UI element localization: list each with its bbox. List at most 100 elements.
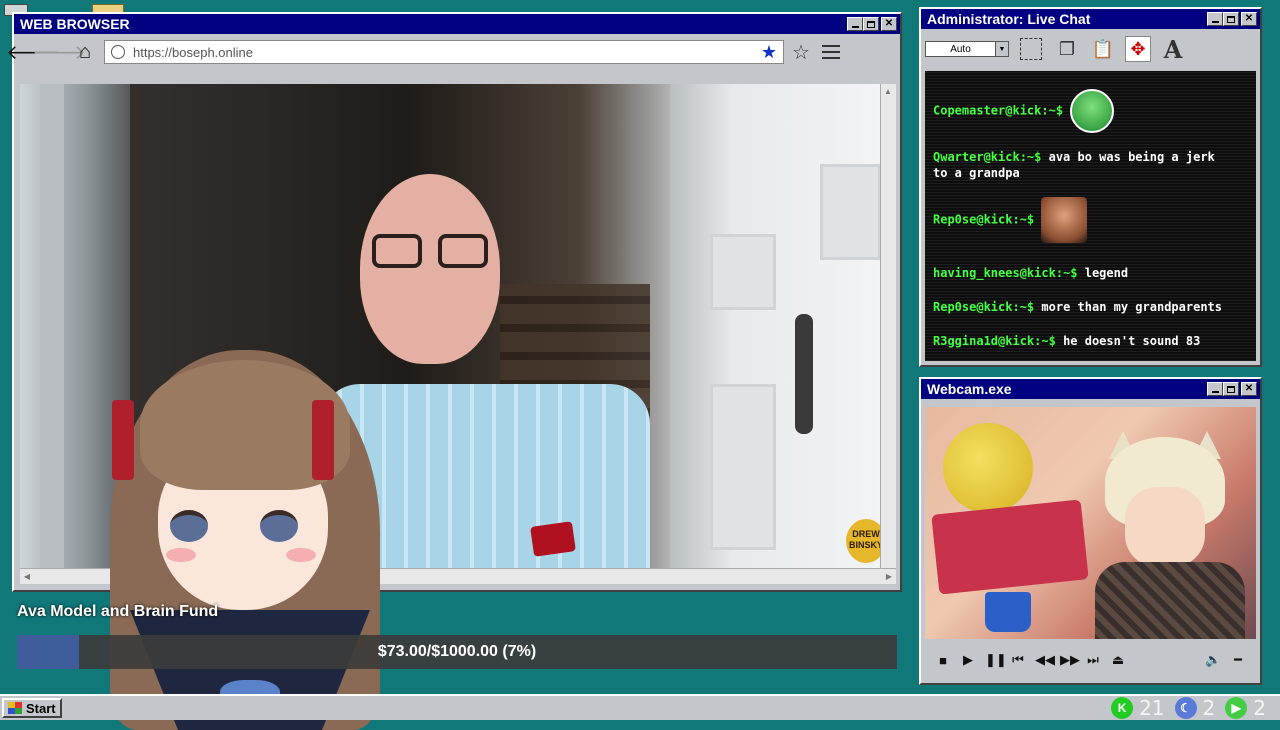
chat-window: Administrator: Live Chat ✕ Auto ▼ ❐ 📋 ✥ … [919, 7, 1262, 367]
volume-icon[interactable]: 🔈 [1205, 652, 1221, 668]
chat-text: he doesn't sound 83 [1063, 334, 1201, 348]
door-knocker [795, 314, 813, 434]
stop-icon[interactable]: ■ [935, 653, 951, 668]
chat-username: having_knees@kick:~$ [933, 266, 1078, 280]
yellow-plush [943, 423, 1033, 513]
copy-icon: ❐ [1058, 38, 1076, 59]
pocket-square [530, 521, 576, 557]
maximize-button[interactable] [1223, 12, 1239, 26]
minimize-button[interactable] [847, 17, 863, 31]
chat-message: Copemaster@kick:~$ [933, 89, 1233, 133]
system-tray: K 21 ☾ 2 ▶ 2 [1111, 696, 1280, 720]
font-size-select[interactable]: Auto ▼ [925, 41, 1009, 57]
address-bar[interactable]: ★ [104, 40, 784, 64]
font-button[interactable]: A [1159, 34, 1187, 64]
menu-icon[interactable] [821, 45, 840, 59]
close-button[interactable]: ✕ [881, 17, 897, 31]
close-button[interactable]: ✕ [1241, 12, 1257, 26]
shocked-face-emote-icon [1041, 197, 1088, 243]
home-button[interactable]: ⌂ [72, 39, 98, 65]
close-button[interactable]: ✕ [1241, 382, 1257, 396]
globe-icon [111, 45, 125, 59]
browser-navbar: 🡐 🡒 ⌂ ★ ☆ [6, 34, 900, 70]
chat-username: Qwarter@kick:~$ [933, 150, 1042, 164]
minimize-button[interactable] [1207, 382, 1223, 396]
move-arrows-icon: ✥ [1130, 38, 1146, 59]
chat-title: Administrator: Live Chat [927, 11, 1091, 27]
minimize-button[interactable] [1207, 12, 1223, 26]
chat-message: R3ggina1d@kick:~$ he doesn't sound 83 [933, 333, 1233, 349]
clipboard-icon: 📋 [1091, 38, 1115, 59]
browser-titlebar[interactable]: WEB BROWSER ✕ [14, 14, 900, 34]
copy-button[interactable]: ❐ [1053, 35, 1081, 63]
chat-message: Rep0se@kick:~$ [933, 197, 1233, 243]
maximize-button[interactable] [1223, 382, 1239, 396]
favorites-star-icon[interactable]: ☆ [792, 40, 810, 65]
webcam-window: Webcam.exe ✕ ■ ▶ ❚❚ ⏮ ◀◀ ▶▶ ⏭ ⏏ 🔈 ━ [919, 377, 1262, 685]
maximize-icon [1227, 15, 1235, 23]
vertical-scrollbar[interactable]: ▲ [880, 84, 896, 568]
skip-back-icon[interactable]: ⏮ [1010, 652, 1026, 668]
font-icon: A [1163, 34, 1183, 64]
chat-message: having_knees@kick:~$ legend [933, 265, 1233, 281]
door-frame [40, 84, 64, 568]
close-icon: ✕ [1244, 383, 1254, 394]
font-size-value: Auto [950, 43, 971, 55]
chat-messages[interactable]: Copemaster@kick:~$ Qwarter@kick:~$ ava b… [925, 71, 1256, 361]
url-input[interactable] [131, 43, 761, 61]
fund-progress-bar: $73.00/$1000.00 (7%) [17, 635, 897, 669]
door-panel [710, 234, 776, 310]
kick-icon[interactable]: K [1111, 697, 1134, 719]
avatar-face [1125, 487, 1205, 567]
maximize-icon [867, 20, 875, 28]
close-icon: ✕ [884, 18, 894, 29]
play-icon[interactable]: ▶ [960, 652, 976, 668]
minimize-icon [1211, 391, 1219, 393]
webcam-title: Webcam.exe [927, 381, 1012, 397]
bookmarked-star-icon[interactable]: ★ [761, 42, 777, 63]
webcam-video[interactable] [925, 407, 1256, 639]
minimize-icon [851, 26, 859, 28]
maximize-button[interactable] [863, 17, 879, 31]
pause-icon[interactable]: ❚❚ [985, 652, 1007, 668]
select-tool-button[interactable] [1017, 35, 1045, 63]
glasses-lens [372, 234, 422, 268]
fast-forward-icon[interactable]: ▶▶ [1060, 652, 1080, 668]
chat-username: Rep0se@kick:~$ [933, 300, 1035, 314]
paste-button[interactable]: 📋 [1089, 35, 1117, 63]
anime-girl-avatar [70, 330, 410, 730]
skip-forward-icon[interactable]: ⏭ [1085, 652, 1101, 668]
chat-titlebar[interactable]: Administrator: Live Chat ✕ [921, 9, 1260, 29]
move-button[interactable]: ✥ [1125, 36, 1151, 62]
home-icon: ⌂ [78, 40, 92, 63]
avatar-sweater [1095, 562, 1245, 639]
scroll-left-icon[interactable]: ◀ [20, 572, 34, 581]
forward-button[interactable]: 🡒 [32, 39, 86, 65]
chat-username: Rep0se@kick:~$ [933, 212, 1035, 227]
scroll-up-icon[interactable]: ▲ [881, 84, 895, 98]
avatar-eye [260, 510, 298, 542]
eject-icon[interactable]: ⏏ [1110, 652, 1126, 668]
tray-count: 21 [1139, 696, 1165, 720]
volume-slider-icon[interactable]: ━ [1230, 652, 1246, 668]
start-button[interactable]: Start [2, 698, 62, 718]
anime-boy-avatar [1095, 431, 1245, 639]
avatar-eye [170, 510, 208, 542]
scroll-right-icon[interactable]: ▶ [882, 572, 896, 581]
red-ribbon [312, 400, 334, 480]
chevron-down-icon[interactable]: ▼ [995, 42, 1008, 56]
glasses-lens [438, 234, 488, 268]
rewind-icon[interactable]: ◀◀ [1035, 652, 1055, 668]
tray-count: 2 [1253, 696, 1266, 720]
webcam-titlebar[interactable]: Webcam.exe ✕ [921, 379, 1260, 399]
moon-icon[interactable]: ☾ [1174, 697, 1197, 719]
door-window [820, 164, 880, 260]
browser-title: WEB BROWSER [20, 16, 130, 32]
play-icon[interactable]: ▶ [1225, 697, 1248, 719]
front-door [670, 84, 880, 568]
tray-count: 2 [1202, 696, 1216, 720]
chat-message: Rep0se@kick:~$ more than my grandparents [933, 299, 1233, 315]
avatar-blush [286, 548, 316, 562]
chat-text: more than my grandparents [1041, 300, 1223, 314]
media-controls: ■ ▶ ❚❚ ⏮ ◀◀ ▶▶ ⏭ ⏏ 🔈 ━ [925, 645, 1256, 675]
